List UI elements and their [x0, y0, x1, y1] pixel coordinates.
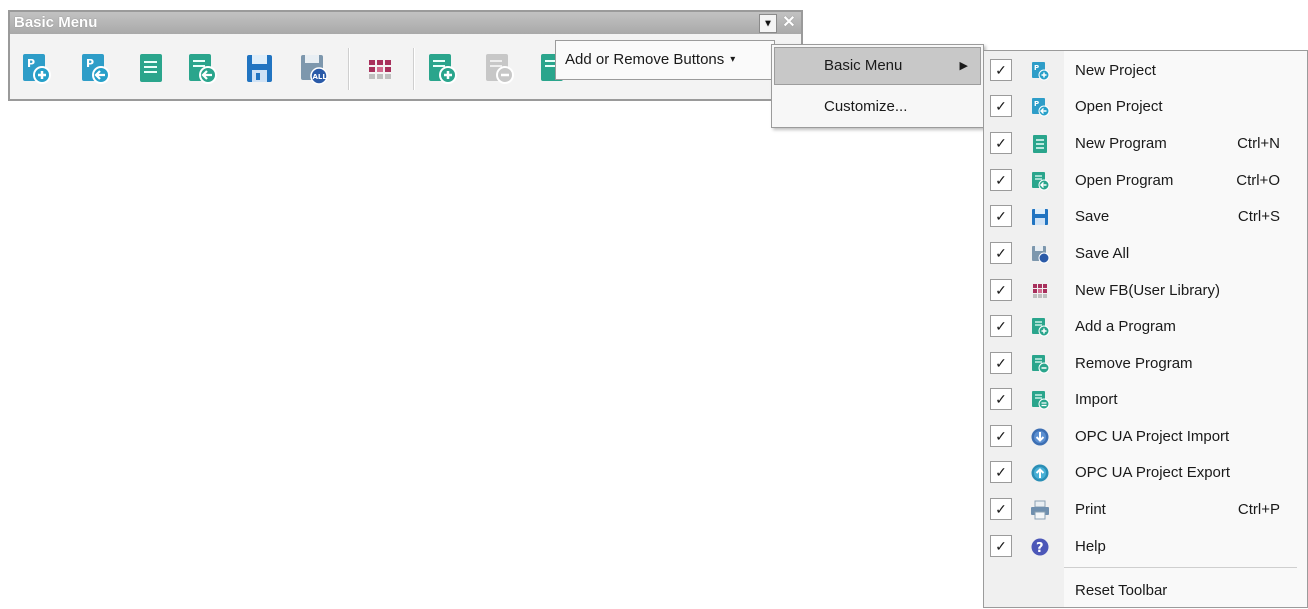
menu-item-new-program[interactable]: ✓ New Program Ctrl+N	[984, 126, 1307, 162]
save-all-icon	[1030, 244, 1050, 264]
add-or-remove-buttons-button[interactable]: Add or Remove Buttons ▾	[555, 40, 775, 80]
menu-item-import[interactable]: ✓ Import	[984, 382, 1307, 418]
opc-export-icon	[1030, 463, 1050, 483]
menu-item-open-program[interactable]: ✓ Open Program Ctrl+O	[984, 163, 1307, 199]
toolbar-options-dropdown-icon[interactable]: ▾	[759, 14, 777, 33]
save-all-icon[interactable]: ALL	[297, 52, 330, 85]
import-icon	[1030, 390, 1050, 410]
menu-item-shortcut: Ctrl+N	[1237, 135, 1280, 152]
save-icon	[1030, 207, 1050, 227]
toolbar-separator	[348, 48, 350, 90]
open-project-icon[interactable]: P	[79, 52, 112, 85]
checkmark-icon[interactable]: ✓	[990, 535, 1012, 557]
new-program-icon[interactable]	[134, 52, 167, 85]
checkmark-icon[interactable]: ✓	[990, 498, 1012, 520]
open-program-icon[interactable]	[186, 52, 219, 85]
menu-item-save-all[interactable]: ✓ Save All	[984, 236, 1307, 272]
print-icon	[1030, 500, 1050, 520]
svg-text:P: P	[86, 57, 94, 70]
checkmark-icon[interactable]: ✓	[990, 95, 1012, 117]
menu-item-label: Remove Program	[1075, 355, 1193, 372]
menu-item-shortcut: Ctrl+O	[1236, 172, 1280, 189]
svg-text:?: ?	[1036, 541, 1044, 556]
chevron-down-icon: ▾	[730, 54, 736, 65]
checkmark-icon[interactable]: ✓	[990, 59, 1012, 81]
toolbar-title-bar[interactable]: Basic Menu ▾ ✕	[10, 12, 801, 34]
menu-item-label: OPC UA Project Export	[1075, 464, 1231, 481]
toolbar-title: Basic Menu	[14, 14, 98, 31]
reset-toolbar-item[interactable]: Reset Toolbar	[1075, 573, 1167, 609]
menu-item-remove-program[interactable]: ✓ Remove Program	[984, 346, 1307, 382]
open-program-icon	[1030, 171, 1050, 191]
menu-item-label: Basic Menu	[824, 57, 903, 74]
new-project-icon: P	[1030, 61, 1050, 81]
checkmark-icon[interactable]: ✓	[990, 352, 1012, 374]
menu-item-label: New Project	[1075, 62, 1156, 79]
checkmark-icon[interactable]: ✓	[990, 279, 1012, 301]
add-or-remove-buttons-label: Add or Remove Buttons	[565, 51, 725, 68]
menu-item-label: New Program	[1075, 135, 1167, 152]
svg-text:ALL: ALL	[313, 73, 328, 81]
menu-item-new-project[interactable]: ✓ P New Project	[984, 53, 1307, 89]
menu-item-label: Import	[1075, 391, 1118, 408]
remove-program-icon[interactable]	[483, 52, 516, 85]
menu-item-opc-ua-project-import[interactable]: ✓ OPC UA Project Import	[984, 419, 1307, 455]
open-project-icon: P	[1030, 97, 1050, 117]
help-icon: ?	[1030, 537, 1050, 557]
checkmark-icon[interactable]: ✓	[990, 461, 1012, 483]
menu-item-label: Save All	[1075, 245, 1130, 262]
menu-item-basic-menu[interactable]: Basic Menu ▶	[774, 47, 981, 85]
menu-item-add-a-program[interactable]: ✓ Add a Program	[984, 309, 1307, 345]
menu-item-label: Add a Program	[1075, 318, 1176, 335]
new-program-icon	[1030, 134, 1050, 154]
checkmark-icon[interactable]: ✓	[990, 242, 1012, 264]
checkmark-icon[interactable]: ✓	[990, 205, 1012, 227]
svg-text:P: P	[1034, 100, 1039, 108]
new-fb-icon	[1030, 281, 1050, 301]
close-icon[interactable]: ✕	[781, 14, 797, 31]
new-project-icon[interactable]: P	[20, 52, 53, 85]
menu-item-opc-ua-project-export[interactable]: ✓ OPC UA Project Export	[984, 455, 1307, 491]
opc-import-icon	[1030, 427, 1050, 447]
menu-item-save[interactable]: ✓ Save Ctrl+S	[984, 199, 1307, 235]
menu-item-label: OPC UA Project Import	[1075, 428, 1230, 445]
add-a-program-icon[interactable]	[426, 52, 459, 85]
svg-text:P: P	[1034, 64, 1039, 72]
menu-item-open-project[interactable]: ✓ P Open Project	[984, 89, 1307, 125]
remove-program-icon	[1030, 354, 1050, 374]
svg-text:P: P	[27, 57, 35, 70]
menu-item-new-fb[interactable]: ✓ New FB(User Library)	[984, 273, 1307, 309]
menu-item-label: Print	[1075, 501, 1106, 518]
checkmark-icon[interactable]: ✓	[990, 132, 1012, 154]
menu-item-customize[interactable]: Customize...	[772, 87, 983, 127]
checkmark-icon[interactable]: ✓	[990, 425, 1012, 447]
chevron-right-icon: ▶	[959, 60, 968, 72]
menu-item-print[interactable]: ✓ Print Ctrl+P	[984, 492, 1307, 528]
menu-item-label: Customize...	[824, 98, 908, 115]
save-icon[interactable]	[243, 52, 276, 85]
new-fb-icon[interactable]	[364, 52, 397, 85]
add-program-icon	[1030, 317, 1050, 337]
checkmark-icon[interactable]: ✓	[990, 388, 1012, 410]
menu-item-label: Help	[1075, 538, 1106, 555]
menu-item-label: Save	[1075, 208, 1110, 225]
add-remove-submenu: Basic Menu ▶ Customize...	[771, 44, 984, 128]
menu-item-shortcut: Ctrl+P	[1237, 501, 1280, 518]
menu-divider	[1064, 567, 1297, 568]
menu-item-label: Open Project	[1075, 98, 1163, 115]
menu-item-shortcut: Ctrl+S	[1237, 208, 1280, 225]
checkmark-icon[interactable]: ✓	[990, 169, 1012, 191]
checkmark-icon[interactable]: ✓	[990, 315, 1012, 337]
toolbar-separator	[413, 48, 415, 90]
basic-menu-buttons-list: ✓ P New Project ✓ P Open Project ✓ New P…	[983, 50, 1308, 608]
menu-item-label: Open Program	[1075, 172, 1174, 189]
menu-item-label: New FB(User Library)	[1075, 282, 1221, 299]
menu-item-help[interactable]: ✓ ? Help	[984, 529, 1307, 565]
